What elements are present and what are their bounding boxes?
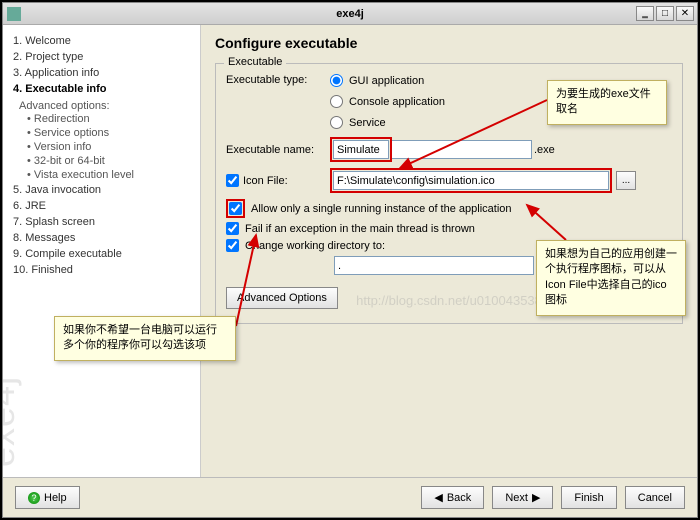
icon-file-input[interactable] bbox=[333, 171, 609, 190]
sidebar-step-2[interactable]: 2. Project type bbox=[13, 49, 200, 65]
sidebar-step-9[interactable]: 9. Compile executable bbox=[13, 246, 200, 262]
sidebar-adv-bits[interactable]: • 32-bit or 64-bit bbox=[27, 154, 200, 168]
triangle-right-icon: ▶ bbox=[532, 491, 540, 504]
sidebar-step-1[interactable]: 1. Welcome bbox=[13, 33, 200, 49]
maximize-button[interactable]: □ bbox=[656, 6, 674, 21]
app-icon bbox=[7, 7, 21, 21]
sidebar-step-10[interactable]: 10. Finished bbox=[13, 262, 200, 278]
fail-exception-checkbox[interactable] bbox=[226, 222, 239, 235]
sidebar-step-7[interactable]: 7. Splash screen bbox=[13, 214, 200, 230]
page-heading: Configure executable bbox=[215, 35, 683, 51]
exe-name-input-rest[interactable] bbox=[392, 140, 532, 159]
wizard-navbar: ?Help ◀Back Next▶ Finish Cancel bbox=[3, 477, 697, 517]
advanced-options-button[interactable]: Advanced Options bbox=[226, 287, 338, 309]
icon-file-checkbox[interactable] bbox=[226, 174, 239, 187]
exe-type-label: Executable type: bbox=[226, 74, 330, 86]
radio-console-input[interactable] bbox=[330, 95, 343, 108]
triangle-left-icon: ◀ bbox=[434, 491, 442, 504]
radio-console[interactable]: Console application bbox=[330, 95, 445, 108]
sidebar-logo: exe4j bbox=[3, 376, 23, 467]
icon-file-checkbox-label[interactable]: Icon File: bbox=[226, 174, 330, 187]
fail-exception-row[interactable]: Fail if an exception in the main thread … bbox=[226, 222, 672, 235]
wizard-sidebar: 1. Welcome 2. Project type 3. Applicatio… bbox=[3, 25, 201, 477]
sidebar-adv-redirection[interactable]: • Redirection bbox=[27, 112, 200, 126]
radio-service[interactable]: Service bbox=[330, 116, 445, 129]
callout-name: 为要生成的exe文件取名 bbox=[547, 80, 667, 125]
finish-button[interactable]: Finish bbox=[561, 486, 616, 509]
sidebar-step-8[interactable]: 8. Messages bbox=[13, 230, 200, 246]
group-legend: Executable bbox=[224, 56, 286, 68]
exe-name-input[interactable] bbox=[333, 140, 389, 159]
sidebar-adv-vista[interactable]: • Vista execution level bbox=[27, 168, 200, 182]
back-button[interactable]: ◀Back bbox=[421, 486, 484, 509]
single-instance-checkbox[interactable] bbox=[229, 202, 242, 215]
sidebar-advanced-head: Advanced options: bbox=[19, 97, 200, 112]
sidebar-adv-version[interactable]: • Version info bbox=[27, 140, 200, 154]
icon-browse-button[interactable]: ... bbox=[616, 171, 636, 190]
help-button[interactable]: ?Help bbox=[15, 486, 80, 509]
radio-gui-input[interactable] bbox=[330, 74, 343, 87]
help-icon: ? bbox=[28, 492, 40, 504]
sidebar-adv-service[interactable]: • Service options bbox=[27, 126, 200, 140]
exe-suffix: .exe bbox=[534, 144, 555, 156]
radio-service-input[interactable] bbox=[330, 116, 343, 129]
sidebar-step-4[interactable]: 4. Executable info bbox=[13, 81, 200, 97]
titlebar: exe4j ‗ □ ✕ bbox=[3, 3, 697, 25]
radio-gui[interactable]: GUI application bbox=[330, 74, 445, 87]
exe-name-label: Executable name: bbox=[226, 144, 330, 156]
sidebar-step-3[interactable]: 3. Application info bbox=[13, 65, 200, 81]
next-button[interactable]: Next▶ bbox=[492, 486, 553, 509]
callout-icon: 如果想为自己的应用创建一个执行程序图标，可以从Icon File中选择自己的ic… bbox=[536, 240, 686, 316]
sidebar-step-5[interactable]: 5. Java invocation bbox=[13, 182, 200, 198]
minimize-button[interactable]: ‗ bbox=[636, 6, 654, 21]
close-button[interactable]: ✕ bbox=[676, 6, 694, 21]
sidebar-step-6[interactable]: 6. JRE bbox=[13, 198, 200, 214]
callout-single: 如果你不希望一台电脑可以运行多个你的程序你可以勾选该项 bbox=[54, 316, 236, 361]
single-instance-row[interactable]: Allow only a single running instance of … bbox=[226, 199, 672, 218]
cancel-button[interactable]: Cancel bbox=[625, 486, 685, 509]
change-dir-checkbox[interactable] bbox=[226, 239, 239, 252]
working-dir-input[interactable] bbox=[334, 256, 534, 275]
window-title: exe4j bbox=[336, 8, 364, 20]
